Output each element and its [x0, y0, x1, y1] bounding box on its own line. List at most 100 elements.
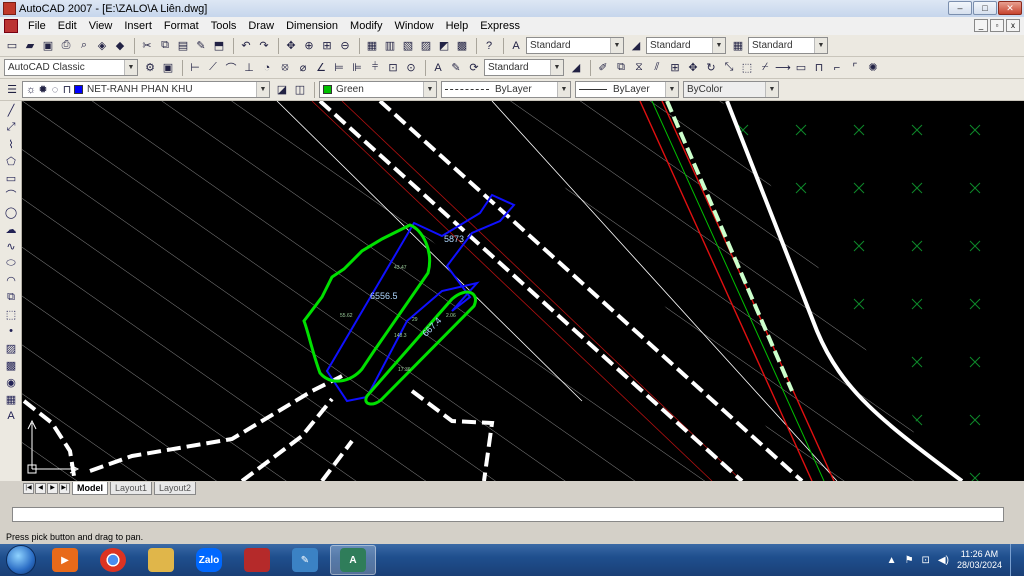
zoom-previous-icon[interactable]: ⊖	[337, 38, 353, 54]
prev-tab-button[interactable]: ◀	[35, 482, 46, 494]
plot-preview-icon[interactable]: ⌕	[76, 38, 92, 54]
maximize-button[interactable]: □	[973, 1, 997, 15]
taskbar-app-file-explorer[interactable]	[138, 545, 184, 575]
pan-icon[interactable]: ✥	[283, 38, 299, 54]
copy-object-icon[interactable]: ⧉	[613, 60, 629, 76]
jogged-dim-icon[interactable]: ⦻	[277, 60, 293, 76]
erase-icon[interactable]: ✐	[595, 60, 611, 76]
cut-icon[interactable]: ✂	[139, 38, 155, 54]
first-tab-button[interactable]: |◀	[23, 482, 34, 494]
doc-restore-button[interactable]: ▫	[990, 19, 1004, 32]
doc-minimize-button[interactable]: _	[974, 19, 988, 32]
layer-dropdown[interactable]: ☼ ✹ ◌ ⊓ NET-RANH PHAN KHU ▼	[22, 81, 270, 98]
menu-insert[interactable]: Insert	[118, 17, 158, 35]
tolerance-icon[interactable]: ⊡	[385, 60, 401, 76]
menu-draw[interactable]: Draw	[242, 17, 280, 35]
chamfer-icon[interactable]: ⌐	[829, 60, 845, 76]
menu-file[interactable]: File	[22, 17, 52, 35]
last-tab-button[interactable]: ▶|	[59, 482, 70, 494]
zoom-window-icon[interactable]: ⊞	[319, 38, 335, 54]
drawing-svg[interactable]: 5873 6556.5 667.4 43.47 55.62 148.3 17.3…	[22, 101, 1024, 481]
mleader-style-dropdown[interactable]: Standard ▼	[484, 59, 564, 76]
point-icon[interactable]: •	[2, 323, 20, 339]
redo-icon[interactable]: ↷	[256, 38, 272, 54]
3d-dwf-icon[interactable]: ◆	[112, 38, 128, 54]
circle-icon[interactable]: ◯	[2, 204, 20, 220]
dim-style-dropdown[interactable]: Standard ▼	[646, 37, 726, 54]
insert-block-icon[interactable]: ⧉	[2, 289, 20, 305]
action-center-flag-icon[interactable]: ⚑	[905, 555, 914, 566]
menu-tools[interactable]: Tools	[205, 17, 243, 35]
continue-dim-icon[interactable]: ⫩	[367, 60, 383, 76]
dim-text-edit-icon[interactable]: ✎	[448, 60, 464, 76]
arc-icon[interactable]: ⌒	[2, 187, 20, 203]
dim-style-manager-icon[interactable]: ◢	[568, 60, 584, 76]
publish-icon[interactable]: ◈	[94, 38, 110, 54]
document-icon[interactable]	[4, 19, 18, 33]
menu-view[interactable]: View	[83, 17, 119, 35]
paste-icon[interactable]: ▤	[175, 38, 191, 54]
linear-dim-icon[interactable]: ⊢	[187, 60, 203, 76]
break-icon[interactable]: ▭	[793, 60, 809, 76]
menu-help[interactable]: Help	[440, 17, 475, 35]
plotstyle-dropdown[interactable]: ByColor ▼	[683, 81, 779, 98]
taskbar-app-media-player[interactable]: ▶	[42, 545, 88, 575]
sheet-set-icon[interactable]: ▨	[418, 38, 434, 54]
stretch-icon[interactable]: ⬚	[739, 60, 755, 76]
trim-icon[interactable]: ⌿	[757, 60, 773, 76]
move-icon[interactable]: ✥	[685, 60, 701, 76]
construction-line-icon[interactable]: ⤢	[2, 119, 20, 135]
array-icon[interactable]: ⊞	[667, 60, 683, 76]
command-line-input[interactable]	[12, 507, 1004, 522]
volume-icon[interactable]: ◀)	[938, 555, 949, 566]
extend-icon[interactable]: ⟶	[775, 60, 791, 76]
layer-previous-icon[interactable]: ◫	[292, 82, 308, 98]
save-icon[interactable]: ▣	[40, 38, 56, 54]
radius-dim-icon[interactable]: ◔	[259, 60, 275, 76]
match-properties-icon[interactable]: ✎	[193, 38, 209, 54]
taskbar-app-store[interactable]	[234, 545, 280, 575]
gradient-icon[interactable]: ▩	[2, 357, 20, 373]
taskbar-app-zalo[interactable]: Zalo	[186, 545, 232, 575]
menu-modify[interactable]: Modify	[344, 17, 388, 35]
lineweight-dropdown[interactable]: ByLayer ▼	[575, 81, 679, 98]
color-dropdown[interactable]: Green ▼	[319, 81, 437, 98]
workspace-save-icon[interactable]: ▣	[160, 60, 176, 76]
dim-edit-icon[interactable]: A	[430, 60, 446, 76]
block-editor-icon[interactable]: ⬒	[211, 38, 227, 54]
revision-cloud-icon[interactable]: ☁	[2, 221, 20, 237]
dim-update-icon[interactable]: ⟳	[466, 60, 482, 76]
linetype-dropdown[interactable]: ByLayer ▼	[441, 81, 571, 98]
zoom-realtime-icon[interactable]: ⊕	[301, 38, 317, 54]
clock[interactable]: 11:26 AM 28/03/2024	[957, 549, 1002, 571]
help-icon[interactable]: ?	[481, 38, 497, 54]
quick-dim-icon[interactable]: ⊨	[331, 60, 347, 76]
menu-express[interactable]: Express	[474, 17, 526, 35]
scale-icon[interactable]: ⤡	[721, 60, 737, 76]
tab-layout2[interactable]: Layout2	[154, 481, 197, 495]
text-style-dropdown[interactable]: Standard ▼	[526, 37, 624, 54]
workspace-dropdown[interactable]: AutoCAD Classic ▼	[4, 59, 138, 76]
ellipse-arc-icon[interactable]: ◠	[2, 272, 20, 288]
design-center-icon[interactable]: ▥	[382, 38, 398, 54]
center-mark-icon[interactable]: ⊙	[403, 60, 419, 76]
mirror-icon[interactable]: ⧖	[631, 60, 647, 76]
menu-dimension[interactable]: Dimension	[280, 17, 344, 35]
copy-icon[interactable]: ⧉	[157, 38, 173, 54]
taskbar-app-autocad[interactable]: A	[330, 545, 376, 575]
explode-icon[interactable]: ✺	[865, 60, 881, 76]
show-hidden-icons-icon[interactable]: ▲	[887, 555, 897, 566]
taskbar-app-paint[interactable]: ✎	[282, 545, 328, 575]
offset-icon[interactable]: ⫽	[649, 60, 665, 76]
rotate-icon[interactable]: ↻	[703, 60, 719, 76]
hatch-icon[interactable]: ▨	[2, 340, 20, 356]
diameter-dim-icon[interactable]: ⌀	[295, 60, 311, 76]
menu-format[interactable]: Format	[158, 17, 205, 35]
new-icon[interactable]: ▭	[4, 38, 20, 54]
ordinate-dim-icon[interactable]: ⊥	[241, 60, 257, 76]
multiline-text-icon[interactable]: A	[2, 408, 20, 424]
baseline-dim-icon[interactable]: ⊫	[349, 60, 365, 76]
network-icon[interactable]: ⊡	[922, 555, 930, 566]
fillet-icon[interactable]: ⌜	[847, 60, 863, 76]
arc-length-icon[interactable]: ⌒	[223, 60, 239, 76]
